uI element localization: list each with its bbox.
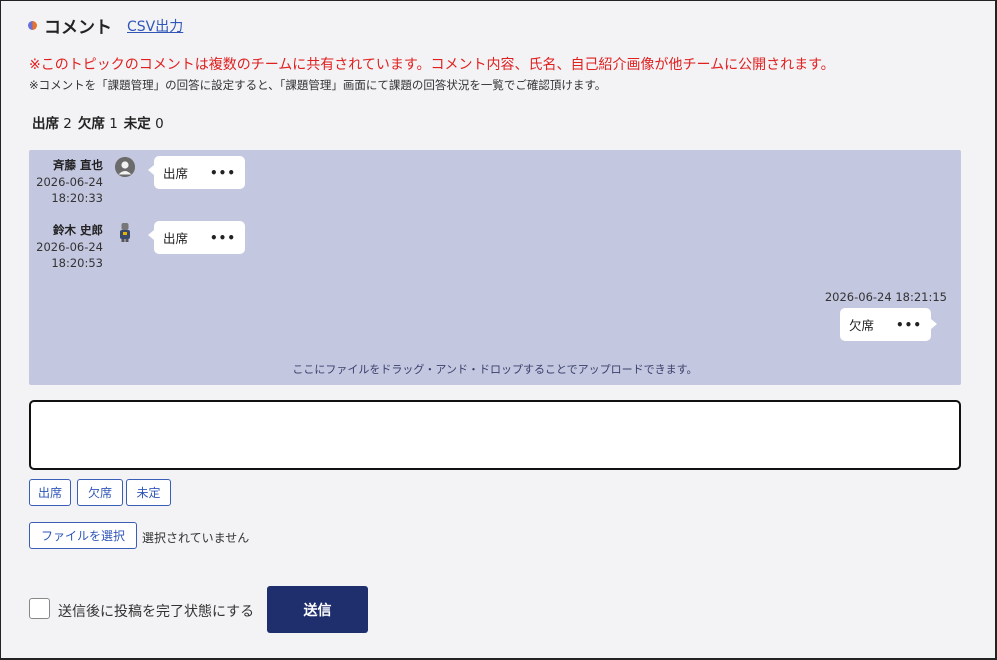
comment-header: コメント CSV出力 bbox=[28, 13, 183, 38]
message-meta: 鈴木 史郎 2026-06-24 18:20:53 bbox=[13, 222, 103, 272]
answer-hint: ※コメントを「課題管理」の回答に設定すると、「課題管理」画面にて課題の回答状況を… bbox=[29, 78, 607, 92]
attend-count: 出席 2 bbox=[32, 116, 72, 132]
shared-warning: ※このトピックのコメントは複数のチームに共有されています。コメント内容、氏名、自… bbox=[29, 57, 835, 73]
section-dot-icon bbox=[28, 21, 37, 30]
own-message-bubble: 欠席 ••• bbox=[839, 308, 938, 341]
quick-absent-button[interactable]: 欠席 bbox=[77, 479, 123, 506]
send-button[interactable]: 送信 bbox=[267, 586, 368, 633]
author-name: 斉藤 直也 bbox=[52, 158, 103, 172]
quick-attend-button[interactable]: 出席 bbox=[29, 479, 71, 506]
more-menu-icon[interactable]: ••• bbox=[210, 231, 236, 245]
comment-input[interactable] bbox=[29, 400, 961, 470]
csv-export-link[interactable]: CSV出力 bbox=[127, 16, 183, 36]
more-menu-icon[interactable]: ••• bbox=[210, 166, 236, 180]
absent-count: 欠席 1 bbox=[77, 116, 118, 132]
message-meta: 斉藤 直也 2026-06-24 18:20:33 bbox=[13, 157, 103, 207]
message-time: 18:20:53 bbox=[51, 256, 103, 271]
message-text: 出席 bbox=[163, 166, 189, 181]
author-name: 鈴木 史郎 bbox=[52, 223, 103, 237]
drop-zone-hint: ここにファイルをドラッグ・アンド・ドロップすることでアップロードできます。 bbox=[292, 363, 698, 376]
undecided-count: 未定 0 bbox=[123, 116, 164, 132]
message-text: 欠席 bbox=[848, 318, 874, 333]
message-time: 18:20:33 bbox=[51, 191, 103, 206]
message-text: 出席 bbox=[163, 231, 189, 246]
avatar-icon[interactable] bbox=[115, 157, 135, 177]
page-title: コメント bbox=[44, 18, 112, 38]
message-date: 2026-06-24 bbox=[36, 174, 103, 189]
message-bubble: 出席 ••• bbox=[147, 221, 246, 254]
file-select-button[interactable]: ファイルを選択 bbox=[29, 522, 137, 549]
own-message-timestamp: 2026-06-24 18:21:15 bbox=[824, 290, 947, 304]
complete-checkbox-label[interactable]: 送信後に投稿を完了状態にする bbox=[58, 601, 254, 621]
attendance-counts: 出席 2 欠席 1 未定 0 bbox=[32, 112, 164, 132]
comment-thread[interactable]: 斉藤 直也 2026-06-24 18:20:33 出席 ••• 鈴木 史郎 2… bbox=[29, 150, 961, 385]
file-status: 選択されていません bbox=[142, 531, 250, 545]
message-date: 2026-06-24 bbox=[36, 239, 103, 254]
more-menu-icon[interactable]: ••• bbox=[896, 318, 922, 332]
quick-undecided-button[interactable]: 未定 bbox=[126, 479, 171, 506]
message-bubble: 出席 ••• bbox=[147, 156, 246, 189]
avatar-icon[interactable] bbox=[115, 222, 135, 242]
complete-checkbox[interactable] bbox=[29, 598, 50, 619]
